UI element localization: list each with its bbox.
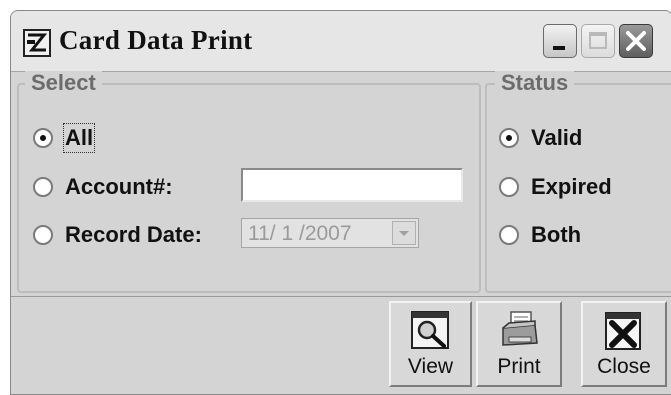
radio-record-date[interactable]: Record Date:: [33, 220, 202, 250]
card-data-print-window: Card Data Print Select All Account#: Rec…: [10, 10, 671, 395]
account-number-input[interactable]: [241, 168, 463, 202]
maximize-icon: [589, 32, 607, 49]
record-date-value: 11/ 1 /2007: [248, 222, 352, 245]
radio-expired-label: Expired: [531, 174, 612, 199]
radio-both-button[interactable]: [499, 225, 519, 245]
radio-both[interactable]: Both: [499, 220, 581, 250]
window-title: Card Data Print: [59, 25, 253, 55]
radio-account-label: Account#:: [65, 174, 173, 199]
radio-both-label: Both: [531, 222, 582, 247]
close-x-icon: [605, 312, 641, 350]
radio-all-button[interactable]: [33, 128, 53, 148]
close-window-button[interactable]: [619, 24, 653, 58]
toolbar-divider: [11, 296, 671, 297]
radio-account-button[interactable]: [33, 177, 53, 197]
status-group-title: Status: [495, 71, 575, 95]
close-button[interactable]: Close: [581, 301, 667, 387]
radio-record-date-button[interactable]: [33, 225, 53, 245]
app-icon: [23, 29, 51, 57]
minimize-icon: [553, 46, 565, 50]
view-button[interactable]: View: [389, 301, 472, 387]
radio-expired[interactable]: Expired: [499, 172, 612, 202]
printer-icon: [502, 311, 538, 346]
date-dropdown-button[interactable]: [392, 221, 416, 245]
close-button-label: Close: [597, 355, 651, 378]
print-button[interactable]: Print: [476, 301, 562, 387]
radio-record-date-label: Record Date:: [65, 222, 202, 247]
radio-expired-button[interactable]: [499, 177, 519, 197]
select-group-title: Select: [25, 71, 102, 95]
title-bar[interactable]: Card Data Print: [11, 11, 671, 72]
radio-valid-label: Valid: [531, 125, 583, 150]
radio-all[interactable]: All: [33, 123, 96, 153]
chevron-down-icon: [399, 231, 409, 236]
radio-valid[interactable]: Valid: [499, 123, 582, 153]
maximize-button[interactable]: [581, 24, 615, 58]
radio-valid-button[interactable]: [499, 128, 519, 148]
minimize-button[interactable]: [543, 24, 577, 58]
magnifier-icon: [410, 311, 449, 349]
radio-all-label: All: [62, 123, 96, 153]
close-icon: [626, 31, 646, 51]
radio-account[interactable]: Account#:: [33, 172, 173, 202]
print-button-label: Print: [497, 355, 541, 378]
view-button-label: View: [407, 355, 454, 378]
record-date-picker[interactable]: 11/ 1 /2007: [241, 218, 419, 248]
